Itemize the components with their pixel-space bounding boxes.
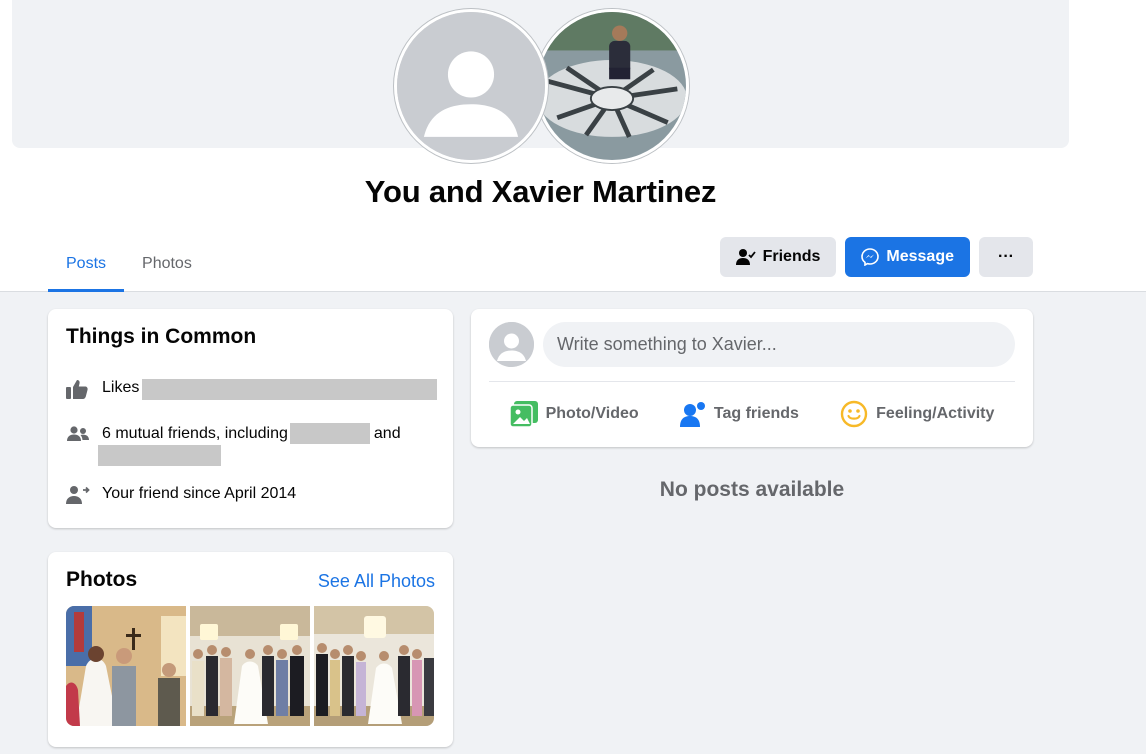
photo-video-button[interactable]: Photo/Video bbox=[500, 393, 649, 435]
friends-button-label: Friends bbox=[762, 248, 821, 265]
composer-divider bbox=[489, 381, 1015, 382]
photo-icon bbox=[509, 401, 538, 427]
profile-actions: Friends Message ··· bbox=[719, 237, 1033, 277]
message-button[interactable]: Message bbox=[845, 237, 970, 277]
message-button-label: Message bbox=[886, 248, 954, 265]
composer-avatar[interactable] bbox=[489, 322, 534, 367]
photo-thumbnails bbox=[66, 606, 434, 726]
your-profile-picture[interactable] bbox=[394, 9, 548, 163]
messenger-icon bbox=[861, 248, 880, 266]
no-posts-message: No posts available bbox=[659, 478, 845, 501]
composer-actions: Photo/Video Tag friends Feeling/Activity bbox=[489, 393, 1015, 435]
post-composer: Write something to Xavier... Photo/Video… bbox=[471, 309, 1033, 447]
default-avatar-icon bbox=[489, 322, 534, 367]
likes-label: Likes bbox=[102, 379, 140, 396]
see-all-photos-link[interactable]: See All Photos bbox=[318, 571, 435, 592]
page-title: You and Xavier Martinez bbox=[364, 174, 717, 209]
photo-thumbnail-3[interactable] bbox=[314, 606, 434, 726]
redacted-friend-1[interactable] bbox=[289, 423, 370, 445]
ellipsis-icon: ··· bbox=[998, 248, 1014, 265]
xavier-photo bbox=[538, 12, 686, 160]
likes-row: Likes bbox=[66, 379, 438, 400]
smiley-icon bbox=[840, 400, 868, 428]
feeling-activity-label: Feeling/Activity bbox=[876, 405, 995, 422]
profile-tabs: Posts Photos bbox=[48, 236, 210, 292]
friend-arrow-icon bbox=[66, 485, 102, 505]
write-post-input[interactable]: Write something to Xavier... bbox=[543, 322, 1015, 367]
tag-friends-button[interactable]: Tag friends bbox=[670, 393, 809, 435]
friend-since-text: Your friend since April 2014 bbox=[102, 485, 297, 502]
friend-since-row: Your friend since April 2014 bbox=[66, 485, 296, 505]
default-avatar-icon bbox=[397, 12, 545, 160]
feeling-activity-button[interactable]: Feeling/Activity bbox=[830, 393, 1004, 435]
more-options-button[interactable]: ··· bbox=[979, 237, 1033, 277]
tab-photos[interactable]: Photos bbox=[124, 236, 210, 291]
things-in-common-card: Things in Common Likes 6 mutual friends,… bbox=[48, 309, 453, 528]
friends-button[interactable]: Friends bbox=[719, 237, 837, 277]
xavier-profile-picture[interactable] bbox=[535, 9, 689, 163]
people-icon bbox=[66, 422, 102, 443]
tab-posts[interactable]: Posts bbox=[48, 236, 125, 292]
mutual-friends-row: 6 mutual friends, including and bbox=[66, 422, 436, 445]
mutual-friends-text: 6 mutual friends, including bbox=[102, 425, 288, 442]
tag-friends-icon bbox=[679, 402, 705, 427]
photos-card: Photos See All Photos bbox=[48, 552, 453, 747]
person-check-icon bbox=[735, 249, 756, 265]
profile-header: You and Xavier Martinez Posts Photos Fri… bbox=[0, 0, 1146, 292]
things-in-common-title: Things in Common bbox=[66, 325, 257, 348]
photo-thumbnail-2[interactable] bbox=[190, 606, 310, 726]
photo-thumbnail-1[interactable] bbox=[66, 606, 186, 726]
photo-video-label: Photo/Video bbox=[545, 405, 639, 422]
tag-friends-label: Tag friends bbox=[713, 405, 799, 422]
thumbs-up-icon bbox=[66, 379, 102, 399]
redacted-likes bbox=[142, 379, 438, 400]
redacted-friend-2[interactable] bbox=[98, 445, 221, 466]
mutual-friends-and: and bbox=[373, 425, 401, 442]
write-post-placeholder: Write something to Xavier... bbox=[557, 334, 777, 354]
